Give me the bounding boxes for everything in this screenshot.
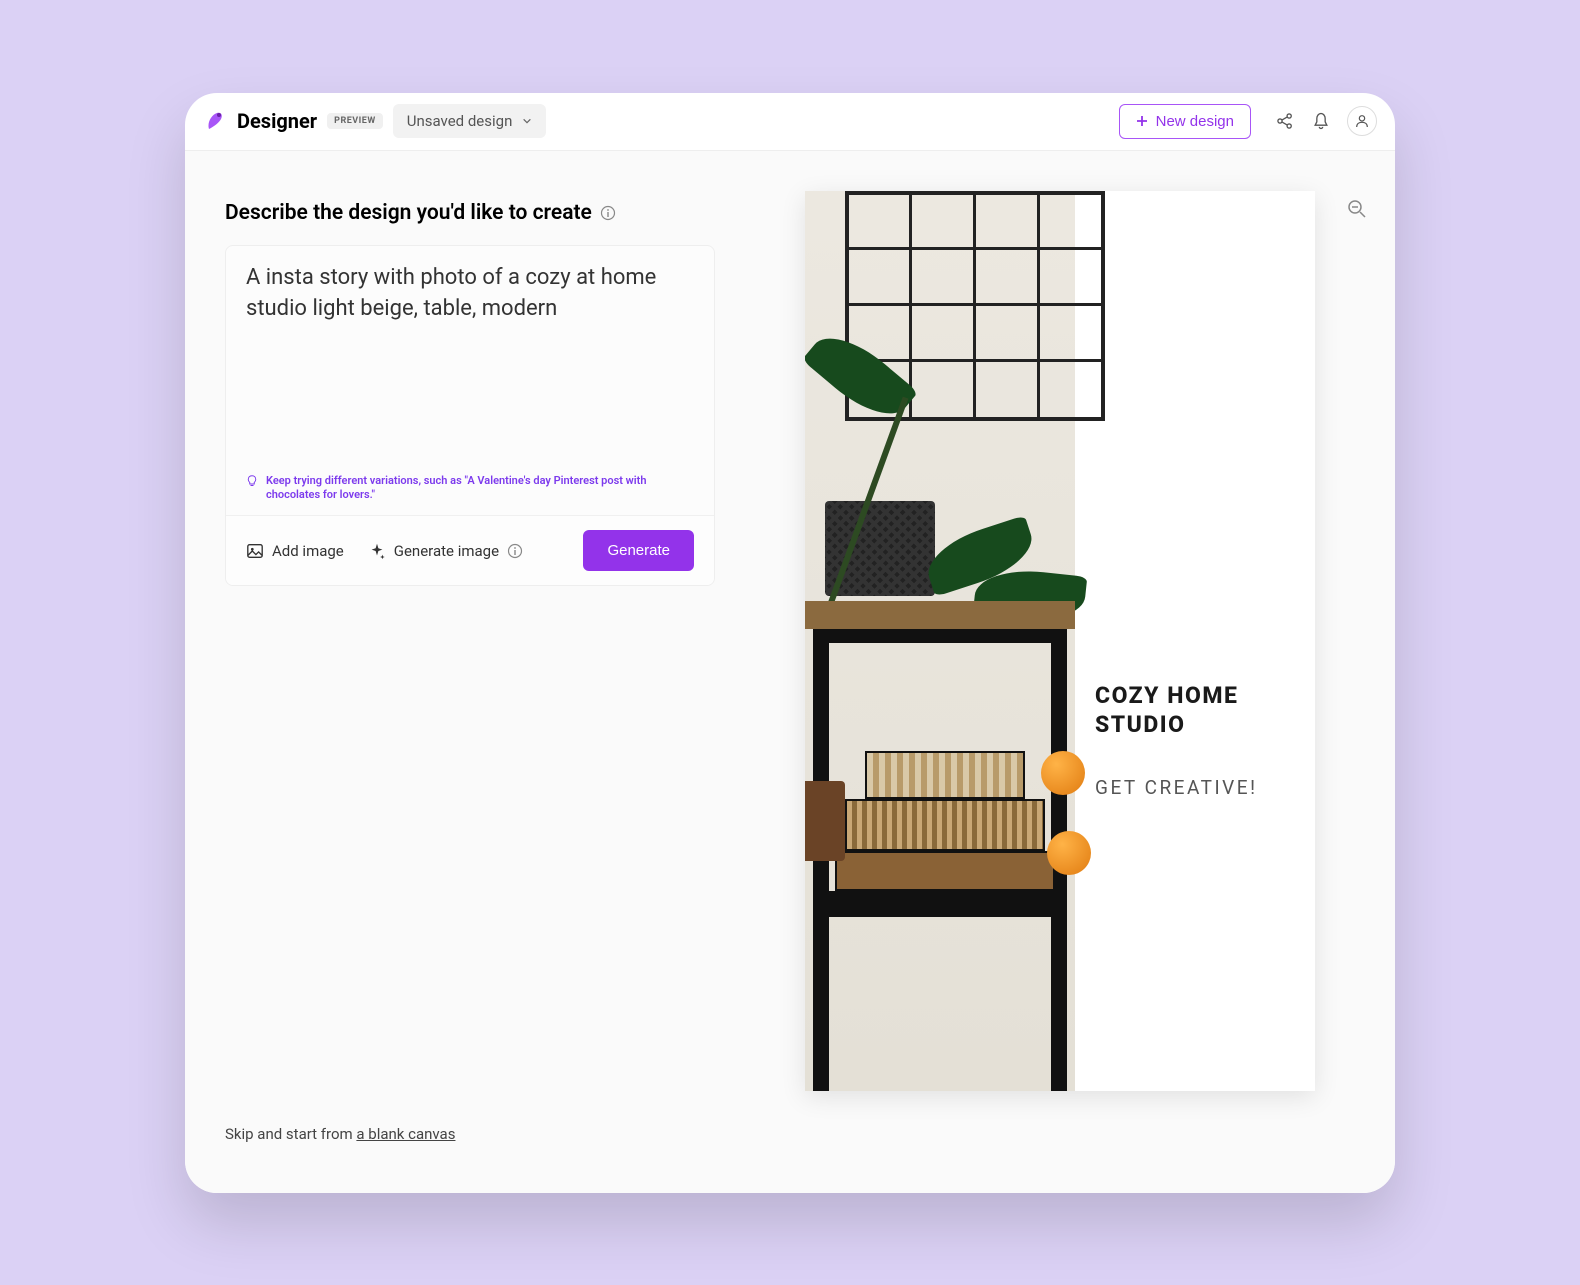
share-icon[interactable] [1275,111,1295,131]
image-icon [246,542,264,560]
app-title: Designer [237,109,317,133]
person-icon [1354,113,1370,129]
generate-image-label: Generate image [394,542,499,560]
main-area: Describe the design you'd like to create… [185,151,1395,1193]
prompt-pane: Describe the design you'd like to create… [185,181,745,1193]
chevron-down-icon [522,116,532,126]
generate-image-button[interactable]: Generate image [368,542,523,560]
design-canvas[interactable]: COZY HOME STUDIO GET CREATIVE! [805,191,1315,1091]
prompt-textarea[interactable]: A insta story with photo of a cozy at ho… [226,246,714,466]
profile-button[interactable] [1347,106,1377,136]
lightbulb-icon [246,475,258,487]
plus-icon [1136,115,1148,127]
info-icon[interactable] [600,205,616,221]
header-bar: Designer PREVIEW Unsaved design New desi… [185,93,1395,151]
hint-text: Keep trying different variations, such a… [266,474,694,504]
app-window: Designer PREVIEW Unsaved design New desi… [185,93,1395,1193]
new-design-button[interactable]: New design [1119,104,1251,139]
canvas-photo [805,191,1075,1091]
preview-badge: PREVIEW [327,113,383,129]
add-image-label: Add image [272,542,344,560]
section-heading: Describe the design you'd like to create [225,201,715,225]
generate-button[interactable]: Generate [583,530,694,571]
canvas-title: COZY HOME STUDIO [1095,682,1295,740]
prompt-actions: Add image Generate image Generate [226,515,714,585]
document-name-dropdown[interactable]: Unsaved design [393,104,547,138]
header-icon-group [1275,106,1377,136]
info-icon[interactable] [507,543,523,559]
canvas-text-block: COZY HOME STUDIO GET CREATIVE! [1075,391,1315,1091]
section-heading-text: Describe the design you'd like to create [225,201,592,225]
skip-row: Skip and start from a blank canvas [225,1125,715,1173]
document-name-label: Unsaved design [407,112,513,130]
new-design-label: New design [1156,113,1234,130]
sparkle-icon [368,542,386,560]
bell-icon[interactable] [1311,111,1331,131]
blank-canvas-link[interactable]: a blank canvas [356,1125,455,1143]
skip-prefix: Skip and start from [225,1125,356,1143]
canvas-subtitle: GET CREATIVE! [1095,776,1295,799]
zoom-out-icon[interactable] [1347,199,1367,219]
app-logo-icon [203,109,227,133]
hint-row: Keep trying different variations, such a… [226,466,714,516]
prompt-card: A insta story with photo of a cozy at ho… [225,245,715,587]
add-image-button[interactable]: Add image [246,542,344,560]
preview-pane: COZY HOME STUDIO GET CREATIVE! [745,181,1395,1193]
